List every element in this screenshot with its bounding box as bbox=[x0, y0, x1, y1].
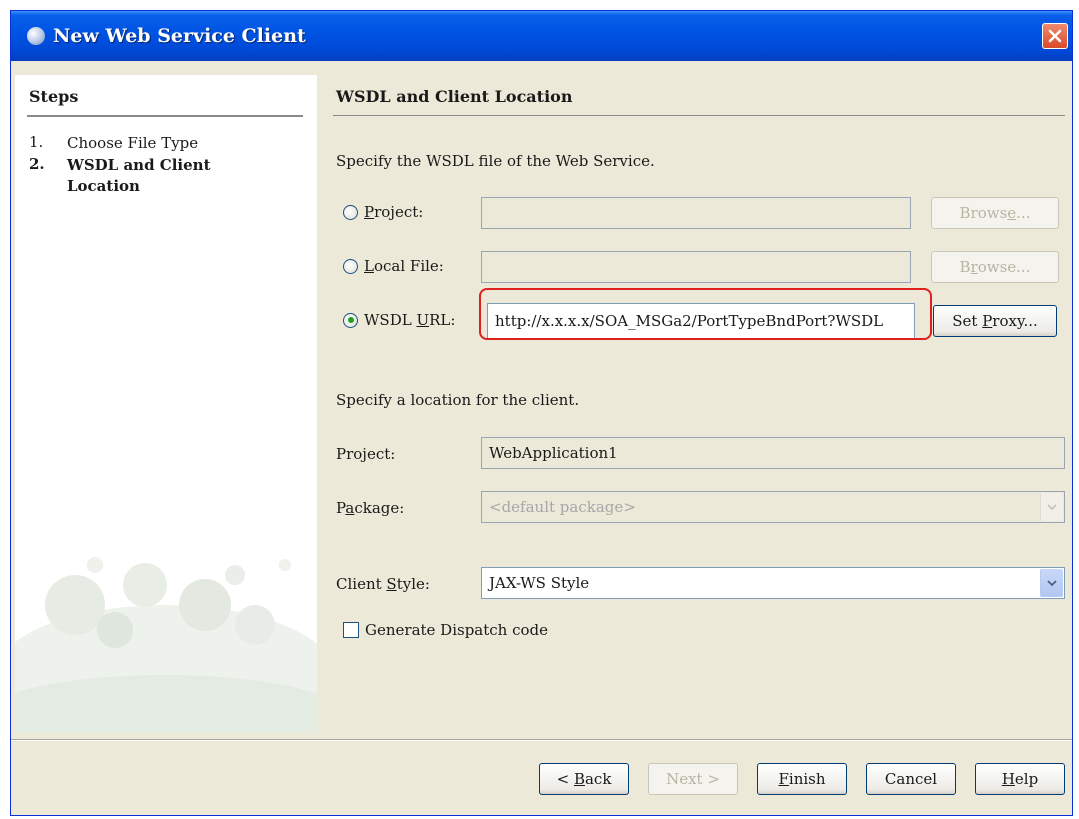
next-button: Next > bbox=[648, 763, 738, 795]
project-label: Project: bbox=[336, 445, 396, 463]
close-button[interactable] bbox=[1042, 23, 1068, 49]
package-value: <default package> bbox=[489, 498, 636, 516]
new-web-service-client-dialog: New Web Service Client Steps 1. Choose F… bbox=[10, 10, 1073, 816]
client-style-label: Client Style: bbox=[336, 575, 430, 593]
project-radio[interactable]: Project: bbox=[343, 203, 423, 221]
package-select: <default package> bbox=[481, 491, 1065, 523]
local-file-radio-label: Local File: bbox=[364, 257, 444, 275]
section-heading: WSDL and Client Location bbox=[336, 87, 573, 106]
step-item-choose-file-type: 1. Choose File Type bbox=[29, 133, 227, 154]
radio-button-selected[interactable] bbox=[343, 312, 358, 328]
help-button[interactable]: Help bbox=[975, 763, 1065, 795]
step-number: 2. bbox=[29, 155, 45, 173]
step-label: Choose File Type bbox=[67, 134, 199, 152]
steps-divider bbox=[27, 115, 303, 117]
radio-button[interactable] bbox=[343, 204, 358, 220]
generate-dispatch-label: Generate Dispatch code bbox=[365, 621, 549, 639]
local-file-browse-button: Browse... bbox=[931, 251, 1059, 283]
chevron-down-icon bbox=[1047, 580, 1057, 586]
step-number: 1. bbox=[29, 133, 44, 151]
wsdl-url-highlight bbox=[479, 288, 932, 340]
back-button[interactable]: < Back bbox=[539, 763, 629, 795]
decorative-bubbles-graphic bbox=[15, 557, 317, 733]
project-radio-label: Project: bbox=[364, 203, 424, 221]
step-label: WSDL and Client Location bbox=[67, 156, 211, 195]
chevron-down-icon bbox=[1047, 504, 1057, 510]
title-bar[interactable]: New Web Service Client bbox=[11, 11, 1072, 61]
finish-button[interactable]: Finish bbox=[757, 763, 847, 795]
package-label: Package: bbox=[336, 499, 405, 517]
cancel-button[interactable]: Cancel bbox=[866, 763, 956, 795]
step-item-wsdl-and-client-location: 2. WSDL and Client Location bbox=[29, 155, 227, 197]
project-wsdl-field bbox=[481, 197, 911, 229]
section-divider bbox=[333, 115, 1065, 116]
app-icon bbox=[27, 27, 45, 45]
project-name-field: WebApplication1 bbox=[481, 437, 1065, 469]
location-instruction: Specify a location for the client. bbox=[336, 391, 580, 409]
radio-selected-dot bbox=[347, 317, 354, 323]
wsdl-url-radio[interactable]: WSDL URL: bbox=[343, 311, 455, 329]
checkbox[interactable] bbox=[343, 622, 359, 638]
generate-dispatch-checkbox[interactable]: Generate Dispatch code bbox=[343, 621, 548, 639]
wsdl-url-radio-label: WSDL URL: bbox=[364, 311, 456, 329]
window-title: New Web Service Client bbox=[53, 25, 306, 47]
set-proxy-button[interactable]: Set Proxy... bbox=[933, 305, 1057, 337]
close-icon bbox=[1048, 29, 1062, 43]
footer-divider bbox=[11, 739, 1072, 741]
project-browse-button: Browse... bbox=[931, 197, 1059, 229]
package-dropdown-arrow bbox=[1040, 493, 1063, 521]
local-file-radio[interactable]: Local File: bbox=[343, 257, 444, 275]
client-style-value: JAX-WS Style bbox=[489, 574, 590, 592]
client-style-dropdown-arrow[interactable] bbox=[1040, 569, 1063, 597]
steps-panel: Steps 1. Choose File Type 2. WSDL and Cl… bbox=[15, 75, 317, 733]
steps-heading: Steps bbox=[29, 87, 79, 106]
radio-button[interactable] bbox=[343, 258, 358, 274]
local-file-field bbox=[481, 251, 911, 283]
content-panel: WSDL and Client Location Specify the WSD… bbox=[331, 75, 1068, 733]
client-style-select[interactable]: JAX-WS Style bbox=[481, 567, 1065, 599]
wsdl-instruction: Specify the WSDL file of the Web Service… bbox=[336, 152, 655, 170]
